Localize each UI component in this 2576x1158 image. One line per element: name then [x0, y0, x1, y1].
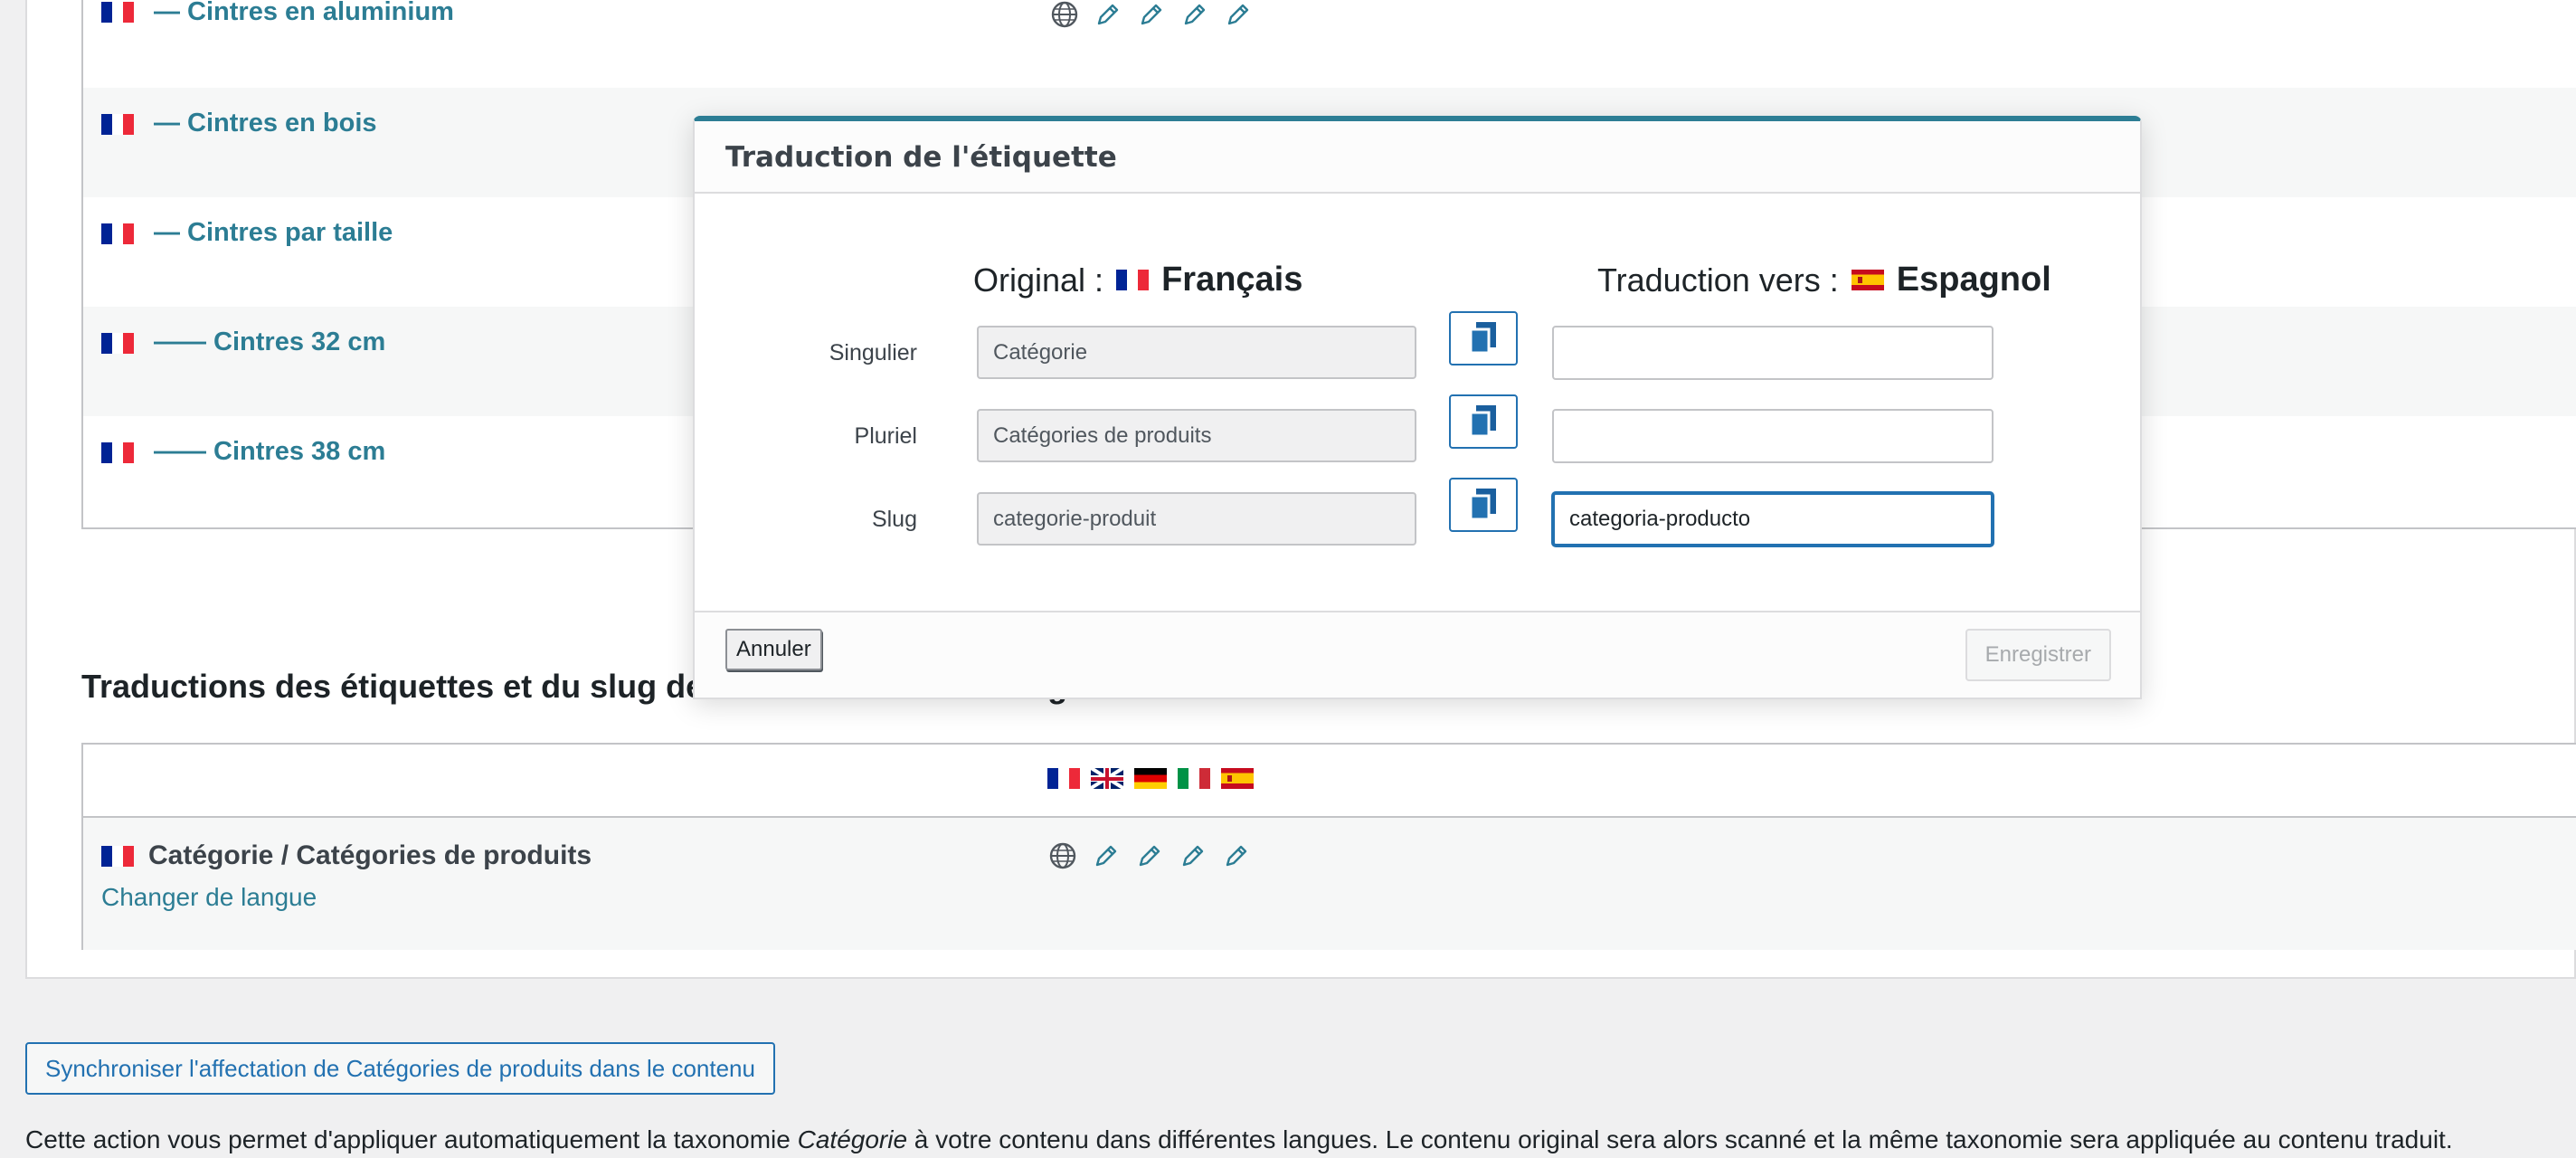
singular-translation-input[interactable]: [1552, 326, 1994, 380]
cancel-button[interactable]: Annuler: [725, 629, 822, 670]
plural-original-field: Catégories de produits: [977, 409, 1416, 462]
flag-fr-icon: [1116, 270, 1150, 290]
flag-es-icon: [1221, 768, 1254, 789]
labels-row-title: Catégorie / Catégories de produits: [148, 840, 592, 870]
term-actions: [1049, 0, 1254, 31]
dialog-header: Traduction de l'étiquette: [695, 121, 2140, 194]
flag-fr-icon: [101, 333, 134, 354]
labels-row: Catégorie / Catégories de produits Chang…: [83, 818, 2576, 950]
original-column-heading: Original : Français: [973, 261, 1303, 299]
sync-description: Cette action vous permet d'appliquer aut…: [25, 1125, 2453, 1153]
flag-fr-icon: [1047, 768, 1080, 789]
copy-slug-button[interactable]: [1449, 478, 1518, 532]
translation-column-heading: Traduction vers : Espagnol: [1597, 261, 2051, 299]
term-link[interactable]: — Cintres en aluminium: [154, 0, 454, 27]
flag-fr-icon: [101, 442, 134, 463]
save-button[interactable]: Enregistrer: [1965, 629, 2111, 681]
slug-translation-input[interactable]: [1552, 492, 1994, 546]
label-translation-dialog: Traduction de l'étiquette Original : Fra…: [693, 116, 2142, 699]
copy-plural-button[interactable]: [1449, 394, 1518, 449]
copy-icon: [1469, 322, 1496, 355]
singular-original-field: Catégorie: [977, 326, 1416, 379]
slug-label: Slug: [871, 507, 917, 532]
pencil-icon[interactable]: [1091, 840, 1122, 871]
pencil-icon[interactable]: [1179, 0, 1210, 30]
globe-icon[interactable]: [1047, 840, 1078, 871]
copy-icon: [1469, 489, 1496, 521]
slug-original-field: categorie-produit: [977, 492, 1416, 546]
pencil-icon[interactable]: [1093, 0, 1123, 30]
copy-singular-button[interactable]: [1449, 311, 1518, 365]
flag-de-icon: [1134, 768, 1167, 789]
change-language-link[interactable]: Changer de langue: [101, 883, 317, 912]
pencil-icon[interactable]: [1223, 0, 1254, 30]
dialog-title: Traduction de l'étiquette: [725, 141, 1117, 174]
plural-translation-input[interactable]: [1552, 409, 1994, 463]
term-link[interactable]: —— Cintres 32 cm: [154, 327, 385, 357]
labels-actions: [1047, 840, 1252, 872]
singular-label: Singulier: [829, 340, 917, 365]
flag-it-icon: [1178, 768, 1210, 789]
term-link[interactable]: —— Cintres 38 cm: [154, 437, 385, 467]
flag-gb-icon: [1091, 768, 1123, 789]
plural-label: Pluriel: [854, 423, 917, 449]
pencil-icon[interactable]: [1178, 840, 1208, 871]
copy-icon: [1469, 405, 1496, 438]
term-link[interactable]: — Cintres en bois: [154, 109, 377, 138]
flag-fr-icon: [101, 114, 134, 135]
flag-es-icon: [1851, 270, 1884, 290]
dialog-footer: Annuler Enregistrer: [695, 611, 2140, 698]
pencil-icon[interactable]: [1221, 840, 1252, 871]
language-flags: [1047, 768, 1254, 789]
table-row: — Cintres en aluminium: [83, 0, 2576, 71]
flag-fr-icon: [101, 223, 134, 244]
flag-fr-icon: [101, 846, 134, 867]
labels-table: Catégorie / Catégories de produits Chang…: [81, 743, 2576, 950]
flag-fr-icon: [101, 2, 134, 23]
globe-icon[interactable]: [1049, 0, 1080, 30]
term-link[interactable]: — Cintres par taille: [154, 218, 393, 248]
sync-taxonomy-button[interactable]: Synchroniser l'affectation de Catégories…: [25, 1042, 775, 1095]
pencil-icon[interactable]: [1134, 840, 1165, 871]
labels-table-header: [83, 745, 2576, 818]
pencil-icon[interactable]: [1136, 0, 1167, 30]
